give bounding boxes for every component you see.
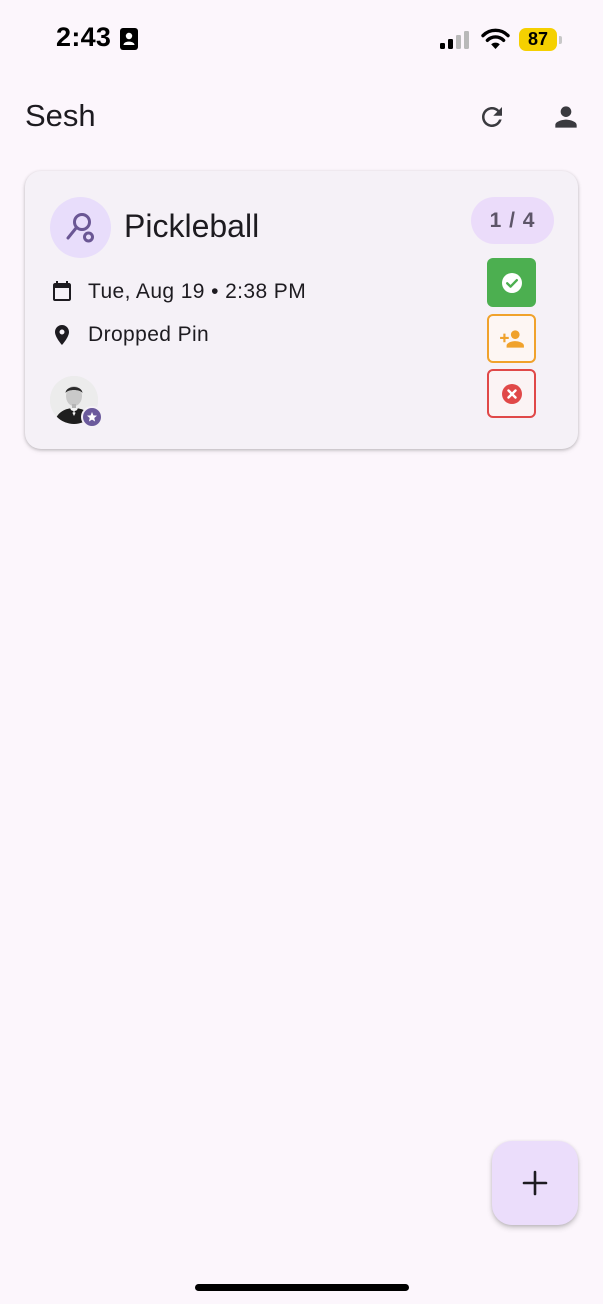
event-location-row: Dropped Pin (50, 320, 209, 350)
home-indicator[interactable] (195, 1284, 409, 1291)
refresh-icon (482, 107, 502, 127)
event-location: Dropped Pin (88, 323, 210, 346)
refresh-button[interactable] (468, 93, 516, 141)
decline-button[interactable] (487, 369, 536, 418)
sport-avatar (50, 197, 111, 258)
status-bar: 2:43 87 (0, 0, 603, 80)
event-date-row: Tue, Aug 19 • 2:38 PM (50, 277, 306, 307)
cellular-signal-icon (440, 31, 472, 49)
battery-level: 87 (527, 29, 549, 49)
id-card-icon (120, 28, 138, 50)
event-card[interactable]: Pickleball 1 / 4 Tue, Aug 19 • 2:38 PM D… (25, 171, 578, 449)
calendar-icon (50, 280, 74, 304)
check-circle-icon (501, 272, 522, 293)
location-pin-icon (50, 323, 74, 347)
status-time: 2:43 (56, 22, 112, 52)
create-event-fab[interactable] (492, 1141, 578, 1225)
battery-cap (559, 36, 562, 44)
cancel-circle-icon (501, 383, 522, 404)
wifi-icon (481, 28, 510, 50)
accept-button[interactable] (487, 258, 536, 307)
participant-count-badge: 1 / 4 (471, 197, 554, 244)
event-date-time: Tue, Aug 19 • 2:38 PM (88, 280, 307, 303)
app-title: Sesh (25, 98, 96, 133)
person-add-icon (499, 329, 524, 348)
account-button[interactable] (542, 93, 590, 141)
star-icon (87, 412, 97, 422)
account-icon (555, 106, 577, 128)
add-person-button[interactable] (487, 314, 536, 363)
event-title: Pickleball (124, 208, 260, 244)
pickleball-racket-icon (66, 212, 94, 242)
battery-indicator: 87 (519, 28, 563, 52)
plus-icon (522, 1170, 548, 1196)
host-star-badge (81, 406, 103, 428)
